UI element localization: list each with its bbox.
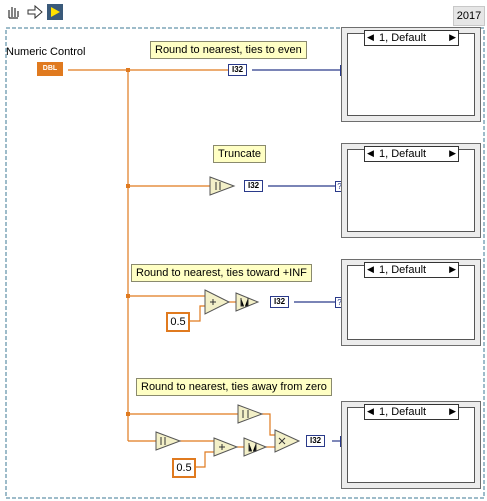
wire-away-const [196,451,214,468]
decrement-arrow-icon[interactable]: ◀ [367,262,374,276]
add-node-away[interactable] [213,437,239,457]
wire-away-sign [262,413,275,436]
decrement-arrow-icon[interactable]: ◀ [367,30,374,44]
control-type-text: DBL [42,65,58,72]
multiply-node[interactable] [274,429,301,453]
indicator-selector[interactable]: ◀ 1, Default ▶ [364,30,459,46]
wire-junction [126,68,130,72]
constant-half-away[interactable]: 0.5 [172,458,196,478]
note-ties-even: Round to nearest, ties to even [150,41,307,59]
indicator-selector[interactable]: ◀ 1, Default ▶ [364,262,459,278]
note-ties-away: Round to nearest, ties away from zero [136,378,332,396]
i32-convert-inf[interactable]: I32 [270,296,290,308]
array-indicator-inf[interactable]: ◀ 1, Default ▶ [341,259,481,346]
truncate-node[interactable] [209,176,236,196]
wire-junction [126,294,130,298]
indicator-value: 1, Default [379,406,427,418]
indicator-value: 1, Default [379,32,427,44]
note-truncate: Truncate [213,145,267,163]
wire-junction [126,412,130,416]
indicator-selector[interactable]: ◀ 1, Default ▶ [364,146,459,162]
indicator-value: 1, Default [379,264,427,276]
add-node-inf[interactable] [204,289,231,315]
increment-arrow-icon[interactable]: ▶ [449,404,456,418]
toolbar: 2017 [0,0,487,26]
decrement-arrow-icon[interactable]: ◀ [367,404,374,418]
run-arrow-icon[interactable] [46,3,64,21]
wire-junction [126,184,130,188]
wire-inf-const [190,305,205,322]
increment-arrow-icon[interactable]: ▶ [449,146,456,160]
abs-node[interactable] [155,431,182,451]
i32-convert-away[interactable]: I32 [306,435,326,447]
increment-arrow-icon[interactable]: ▶ [449,30,456,44]
i32-convert-even[interactable]: I32 [228,64,248,76]
array-indicator-even[interactable]: ◀ 1, Default ▶ [341,27,481,122]
indicator-value: 1, Default [379,148,427,160]
array-indicator-trunc[interactable]: ◀ 1, Default ▶ [341,143,481,238]
array-indicator-away[interactable]: ◀ 1, Default ▶ [341,401,481,489]
i32-convert-trunc[interactable]: I32 [244,180,264,192]
version-badge: 2017 [453,6,485,26]
sign-node[interactable] [237,404,264,424]
decrement-arrow-icon[interactable]: ◀ [367,146,374,160]
control-label: Numeric Control [6,46,86,58]
constant-half-inf[interactable]: 0.5 [166,312,190,332]
hand-tool-icon[interactable] [4,3,22,21]
numeric-control-terminal[interactable]: DBL [37,62,63,76]
arrow-tool-icon[interactable] [26,3,44,21]
note-ties-inf: Round to nearest, ties toward +INF [131,264,312,282]
increment-arrow-icon[interactable]: ▶ [449,262,456,276]
indicator-selector[interactable]: ◀ 1, Default ▶ [364,404,459,420]
